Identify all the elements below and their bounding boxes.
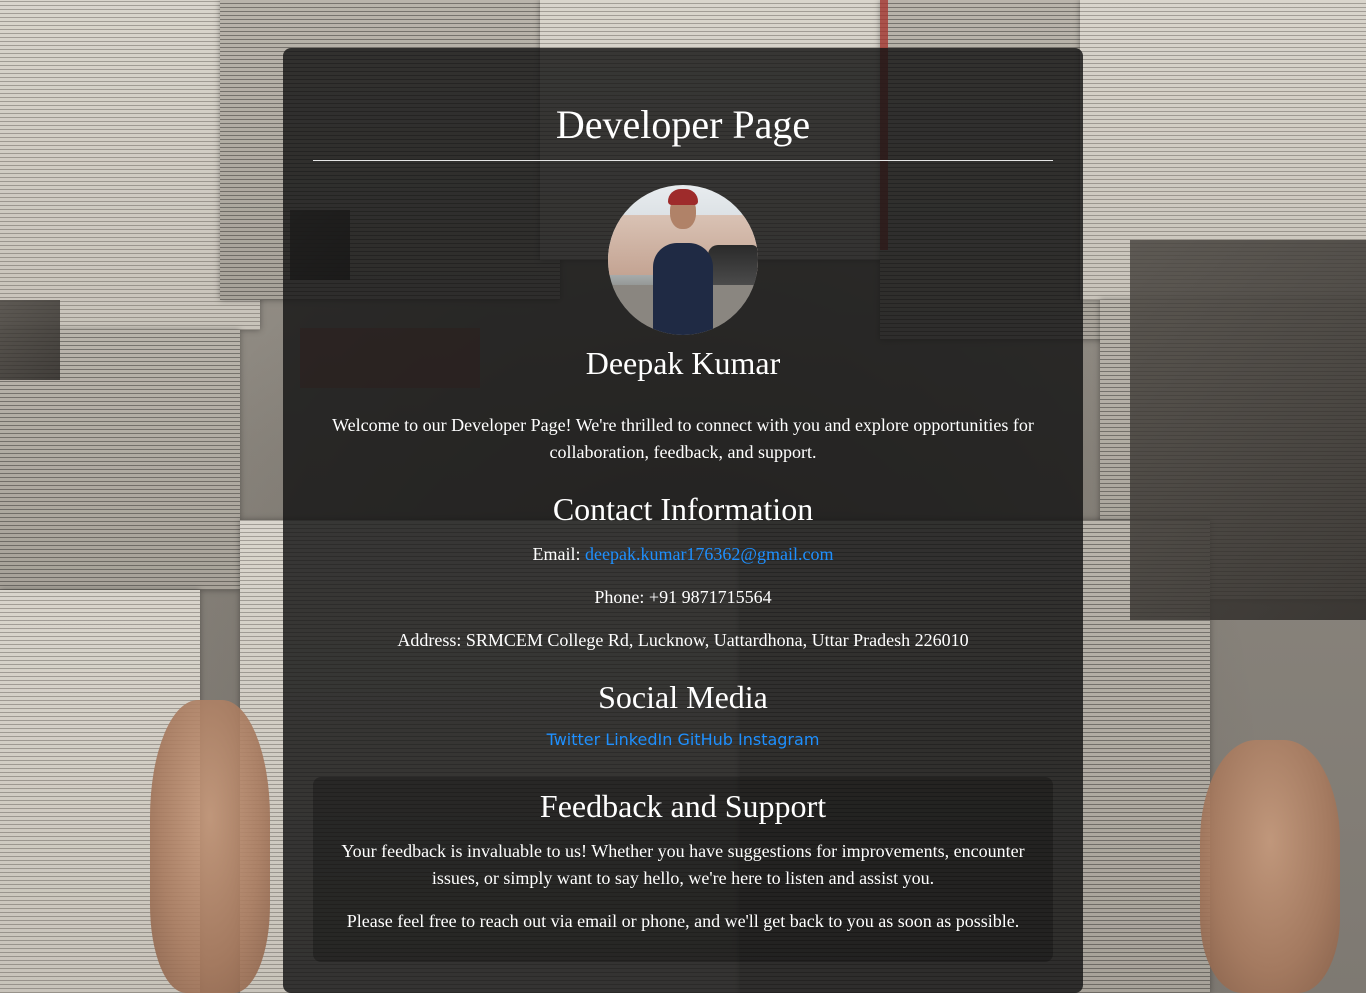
contact-section-title: Contact Information (552, 491, 814, 527)
phone-label: Phone: (594, 587, 645, 607)
address-label: Address: (397, 630, 462, 650)
address-value: SRMCEM College Rd, Lucknow, Uattardhona,… (465, 630, 969, 650)
social-section-title: Social Media (598, 679, 768, 715)
profile-photo (608, 185, 758, 335)
twitter-link[interactable]: Twitter (547, 730, 601, 749)
feedback-section: Feedback and Support Your feedback is in… (313, 777, 1053, 962)
email-label: Email: (532, 544, 581, 564)
developer-name: Deepak Kumar (585, 345, 781, 381)
phone-value: +91 9871715564 (648, 587, 772, 607)
linkedin-link[interactable]: LinkedIn (605, 730, 672, 749)
email-line: Email: deepak.kumar176362@gmail.com (283, 541, 1083, 568)
address-line: Address: SRMCEM College Rd, Lucknow, Uat… (283, 627, 1083, 654)
page-title: Developer Page (555, 102, 811, 147)
instagram-link[interactable]: Instagram (738, 730, 819, 749)
feedback-contact-paragraph: Please feel free to reach out via email … (346, 911, 1020, 931)
social-links: Twitter LinkedIn GitHub Instagram (283, 729, 1083, 751)
feedback-section-title: Feedback and Support (539, 788, 827, 824)
title-divider (313, 160, 1053, 161)
email-link[interactable]: deepak.kumar176362@gmail.com (585, 544, 834, 564)
feedback-paragraph: Your feedback is invaluable to us! Wheth… (341, 841, 1025, 888)
welcome-text: Welcome to our Developer Page! We're thr… (332, 415, 1034, 462)
github-link[interactable]: GitHub (677, 730, 732, 749)
phone-line: Phone: +91 9871715564 (283, 584, 1083, 611)
developer-card: Developer Page Deepak Kumar Welcome to o… (283, 48, 1083, 993)
